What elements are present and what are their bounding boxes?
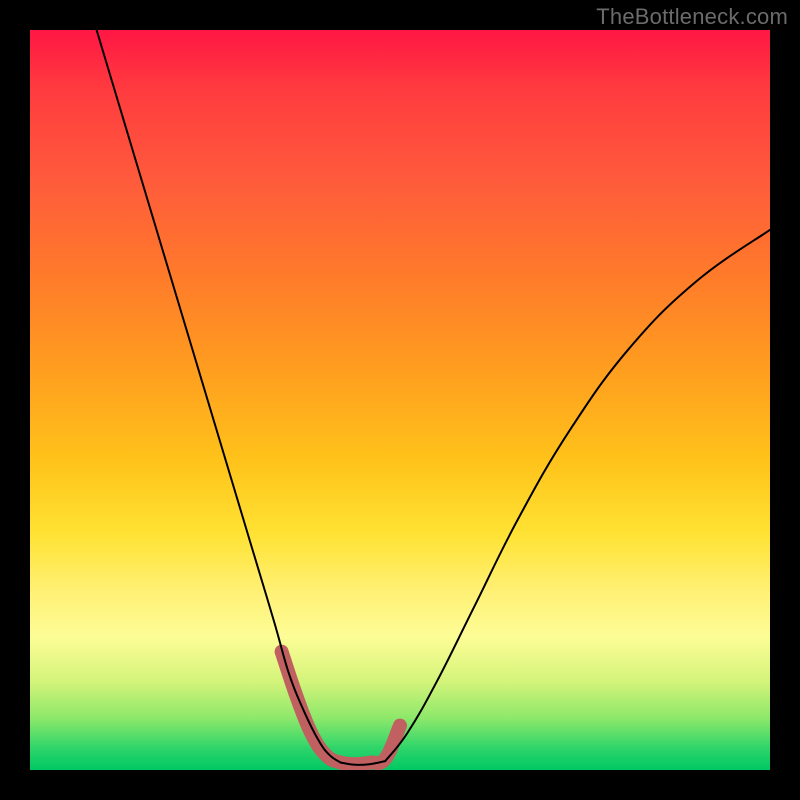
watermark-text: TheBottleneck.com <box>596 4 788 30</box>
chart-svg <box>30 30 770 770</box>
left-branch-curve <box>97 30 341 763</box>
outer-frame: TheBottleneck.com <box>0 0 800 800</box>
right-branch-curve <box>385 230 770 761</box>
plot-area <box>30 30 770 770</box>
valley-highlight <box>282 652 400 765</box>
